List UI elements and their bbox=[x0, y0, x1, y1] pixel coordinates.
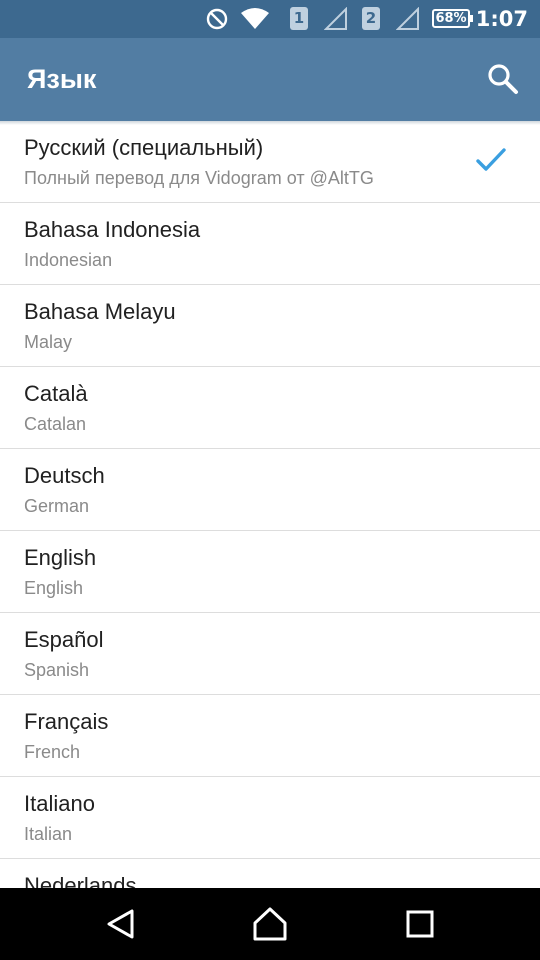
language-subtitle: German bbox=[24, 496, 90, 516]
signal-2-icon bbox=[396, 7, 419, 30]
language-subtitle: Полный перевод для Vidogram от @AltTG bbox=[24, 168, 374, 188]
language-name: Deutsch bbox=[24, 463, 105, 488]
language-subtitle: Indonesian bbox=[24, 250, 113, 270]
language-item-dutch[interactable]: Nederlands bbox=[0, 859, 540, 888]
language-item-french[interactable]: Français French bbox=[0, 695, 540, 777]
language-subtitle: Malay bbox=[24, 332, 73, 352]
do-not-disturb-icon bbox=[206, 8, 228, 30]
language-name: Español bbox=[24, 627, 104, 652]
home-icon[interactable] bbox=[250, 904, 290, 944]
signal-1-icon bbox=[324, 7, 347, 30]
clock: 1:07 bbox=[475, 7, 528, 31]
language-name: Русский (специальный) bbox=[24, 135, 264, 160]
language-subtitle: Italian bbox=[24, 824, 73, 844]
language-subtitle: English bbox=[24, 578, 84, 598]
app-bar: Язык bbox=[0, 38, 540, 121]
search-icon[interactable] bbox=[486, 62, 520, 96]
language-name: Français bbox=[24, 709, 109, 734]
language-item-catalan[interactable]: Català Catalan bbox=[0, 367, 540, 449]
language-subtitle: Catalan bbox=[24, 414, 87, 434]
language-item-german[interactable]: Deutsch German bbox=[0, 449, 540, 531]
language-list: Русский (специальный) Полный перевод для… bbox=[0, 121, 540, 888]
battery-icon: 68% bbox=[432, 9, 473, 28]
language-subtitle: French bbox=[24, 742, 81, 762]
language-subtitle: Spanish bbox=[24, 660, 90, 680]
checkmark-icon bbox=[476, 148, 506, 171]
language-name: Bahasa Indonesia bbox=[24, 217, 201, 242]
sim-1-badge: 1 bbox=[290, 7, 308, 30]
wifi-icon bbox=[241, 8, 269, 29]
language-name: English bbox=[24, 545, 97, 570]
navigation-bar bbox=[0, 888, 540, 960]
language-item-spanish[interactable]: Español Spanish bbox=[0, 613, 540, 695]
language-item-italian[interactable]: Italiano Italian bbox=[0, 777, 540, 859]
language-name: Català bbox=[24, 381, 88, 406]
appbar-shadow bbox=[0, 121, 540, 125]
status-bar: 1 2 68% 1:07 bbox=[0, 0, 540, 38]
page-title: Язык bbox=[27, 64, 97, 94]
language-name: Bahasa Melayu bbox=[24, 299, 176, 324]
language-item-malay[interactable]: Bahasa Melayu Malay bbox=[0, 285, 540, 367]
language-name: Italiano bbox=[24, 791, 95, 816]
language-item-english[interactable]: English English bbox=[0, 531, 540, 613]
language-name: Nederlands bbox=[24, 873, 137, 888]
sim-2-badge: 2 bbox=[362, 7, 380, 30]
recents-icon[interactable] bbox=[400, 904, 440, 944]
language-item-russian[interactable]: Русский (специальный) Полный перевод для… bbox=[0, 121, 540, 203]
back-icon[interactable] bbox=[100, 904, 140, 944]
language-item-indonesian[interactable]: Bahasa Indonesia Indonesian bbox=[0, 203, 540, 285]
